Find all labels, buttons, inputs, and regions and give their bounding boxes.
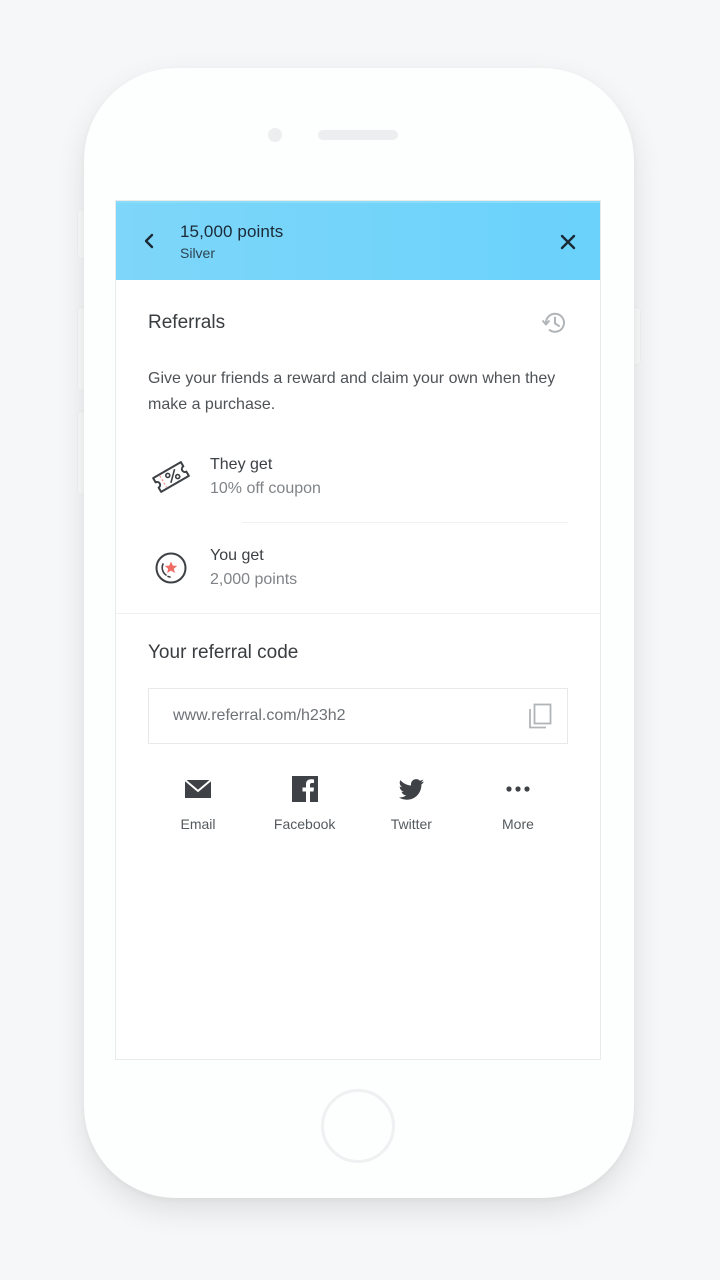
referral-code-section: Your referral code www.referral.com/h23h… bbox=[116, 642, 600, 832]
earpiece-speaker bbox=[318, 130, 398, 140]
close-icon[interactable] bbox=[556, 230, 580, 254]
header-titles: 15,000 points Silver bbox=[180, 222, 283, 261]
email-icon bbox=[184, 779, 212, 798]
twitter-icon bbox=[399, 779, 425, 800]
share-label: Email bbox=[180, 816, 216, 832]
copy-icon[interactable] bbox=[527, 702, 553, 730]
share-label: Twitter bbox=[390, 816, 432, 832]
history-icon[interactable] bbox=[540, 309, 568, 337]
home-button[interactable] bbox=[321, 1089, 395, 1163]
reward-you-get: You get 2,000 points bbox=[148, 523, 568, 613]
share-more-button[interactable]: More bbox=[470, 774, 566, 832]
tier-label: Silver bbox=[180, 245, 216, 261]
section-divider bbox=[116, 613, 600, 614]
referral-screen: 15,000 points Silver Referrals Give your… bbox=[115, 200, 601, 1060]
share-label: More bbox=[502, 816, 534, 832]
referrals-section: Referrals Give your friends a reward and… bbox=[116, 310, 600, 613]
referrals-title: Referrals bbox=[148, 312, 226, 333]
share-facebook-button[interactable]: Facebook bbox=[257, 774, 353, 832]
referrals-description: Give your friends a reward and claim you… bbox=[148, 370, 556, 413]
rewards-list: They get 10% off coupon You get 2,000 po… bbox=[148, 432, 568, 613]
share-email-button[interactable]: Email bbox=[150, 774, 246, 832]
reward-label: They get bbox=[210, 456, 273, 473]
coupon-icon bbox=[152, 461, 190, 493]
share-label: Facebook bbox=[273, 816, 336, 832]
points-coin-icon bbox=[155, 552, 187, 584]
referral-code-field[interactable]: www.referral.com/h23h2 bbox=[148, 688, 568, 744]
share-options: Email Facebook Twitter More bbox=[148, 774, 568, 832]
reward-they-get: They get 10% off coupon bbox=[148, 432, 568, 522]
reward-label: You get bbox=[210, 547, 264, 564]
share-twitter-button[interactable]: Twitter bbox=[363, 774, 459, 832]
points-balance: 15,000 points bbox=[180, 222, 284, 241]
header-bar: 15,000 points Silver bbox=[116, 201, 600, 280]
reward-value: 10% off coupon bbox=[210, 480, 321, 497]
reward-value: 2,000 points bbox=[210, 571, 298, 588]
referral-code-title: Your referral code bbox=[148, 642, 299, 663]
front-camera bbox=[268, 128, 282, 142]
chevron-left-icon[interactable] bbox=[138, 228, 160, 254]
facebook-icon bbox=[291, 776, 318, 802]
more-icon bbox=[506, 786, 530, 792]
referral-url[interactable]: www.referral.com/h23h2 bbox=[173, 707, 346, 725]
